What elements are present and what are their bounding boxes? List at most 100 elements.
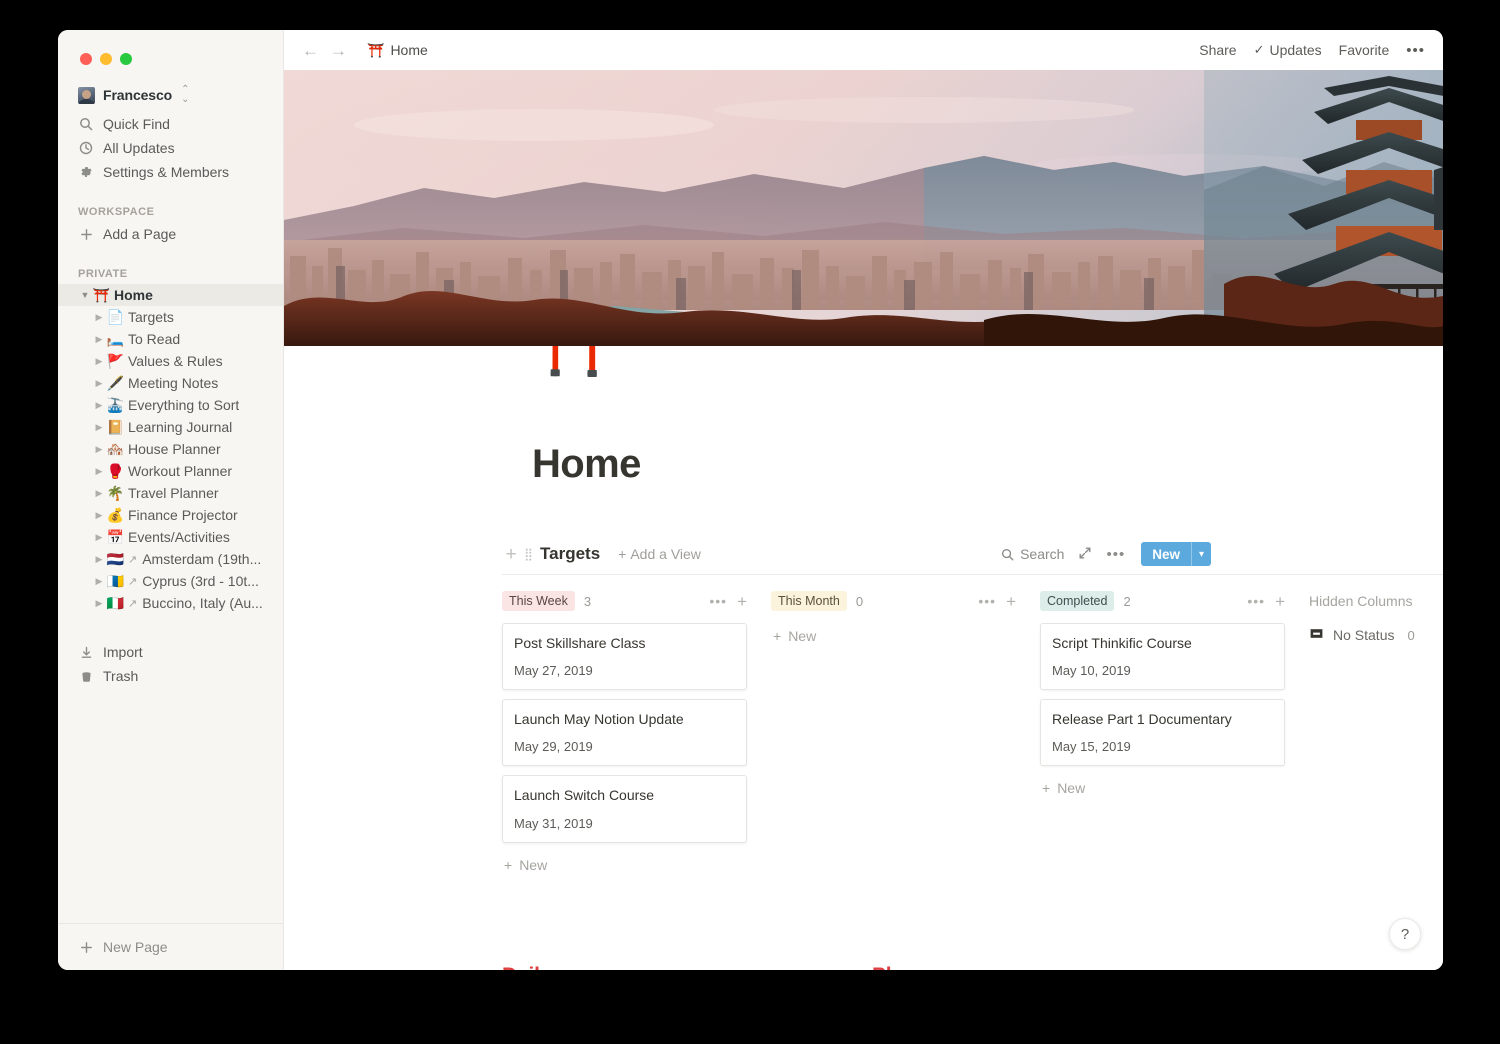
chevron-right-icon[interactable]: ▶ xyxy=(92,576,106,587)
column-more-icon[interactable]: ••• xyxy=(709,593,727,609)
page-cover[interactable] xyxy=(284,70,1443,346)
column-actions: ••• + xyxy=(978,593,1016,610)
minimize-window-button[interactable] xyxy=(100,53,112,65)
sidebar-page-learning-journal[interactable]: ▶ 📔 Learning Journal xyxy=(58,416,283,438)
sidebar-page-targets[interactable]: ▶ 📄 Targets xyxy=(58,306,283,328)
download-icon xyxy=(78,644,94,660)
arrow-right-icon[interactable]: → xyxy=(330,42,347,59)
favorite-button[interactable]: Favorite xyxy=(1339,42,1390,58)
board-card[interactable]: Launch May Notion Update May 29, 2019 xyxy=(502,699,747,767)
chevron-right-icon[interactable]: ▶ xyxy=(92,312,106,323)
chevron-right-icon[interactable]: ▶ xyxy=(92,356,106,367)
plus-icon[interactable]: + xyxy=(502,545,520,564)
sidebar-item-all-updates[interactable]: All Updates xyxy=(74,136,273,160)
column-new-card-button[interactable]: + New xyxy=(771,623,1016,649)
sidebar-page-label: Learning Journal xyxy=(128,419,233,435)
column-tag[interactable]: This Week xyxy=(502,590,575,612)
column-more-icon[interactable]: ••• xyxy=(1247,593,1265,609)
chevron-right-icon[interactable]: ▶ xyxy=(92,400,106,411)
sidebar-page-workout-planner[interactable]: ▶ 🥊 Workout Planner xyxy=(58,460,283,482)
chevron-down-icon[interactable]: ▾ xyxy=(1190,542,1211,566)
page-emoji-icon: 🥊 xyxy=(106,463,125,479)
sidebar-page-house-planner[interactable]: ▶ 🏘️ House Planner xyxy=(58,438,283,460)
sidebar-page-travel-planner[interactable]: ▶ 🌴 Travel Planner xyxy=(58,482,283,504)
sidebar-page-finance-projector[interactable]: ▶ 💰 Finance Projector xyxy=(58,504,283,526)
sidebar-page-label: Values & Rules xyxy=(128,353,223,369)
card-date: May 29, 2019 xyxy=(514,739,593,755)
chevron-right-icon[interactable]: ▶ xyxy=(92,334,106,345)
column-count: 0 xyxy=(855,593,864,609)
sidebar-page-events-activities[interactable]: ▶ 📅 Events/Activities xyxy=(58,526,283,548)
new-record-button[interactable]: New ▾ xyxy=(1141,542,1211,566)
sidebar-page-meeting-notes[interactable]: ▶ 🖋️ Meeting Notes xyxy=(58,372,283,394)
section-title: Planners xyxy=(872,964,1242,970)
expand-icon[interactable] xyxy=(1078,546,1092,563)
chevron-right-icon[interactable]: ▶ xyxy=(92,378,106,389)
board-search-button[interactable]: Search xyxy=(1001,546,1064,562)
sidebar-page-home[interactable]: ▼ ⛩️ Home xyxy=(58,284,283,306)
cover-image xyxy=(284,70,1443,346)
column-more-icon[interactable]: ••• xyxy=(978,593,996,609)
column-tag[interactable]: This Month xyxy=(771,590,847,612)
hidden-column-row[interactable]: No Status 0 xyxy=(1309,623,1443,647)
card-date: May 15, 2019 xyxy=(1052,739,1131,755)
column-new-card-button[interactable]: + New xyxy=(1040,775,1285,801)
share-button[interactable]: Share xyxy=(1199,42,1236,58)
add-a-view-label: Add a View xyxy=(630,546,701,562)
column-tag[interactable]: Completed xyxy=(1040,590,1115,612)
workspace-switcher[interactable]: Francesco ⌃ ⌄ xyxy=(74,82,273,108)
grip-icon[interactable]: ⣿ xyxy=(520,547,536,561)
column-add-icon[interactable]: + xyxy=(1006,593,1016,610)
column-new-card-button[interactable]: + New xyxy=(502,852,747,878)
sidebar-page-label: Everything to Sort xyxy=(128,397,240,413)
sidebar-item-quick-find[interactable]: Quick Find xyxy=(74,112,273,136)
sidebar-page-everything-to-sort[interactable]: ▶ 🚠 Everything to Sort xyxy=(58,394,283,416)
chevron-right-icon[interactable]: ▶ xyxy=(92,510,106,521)
page-emoji-icon: 🇳🇱 xyxy=(106,551,125,567)
help-button[interactable]: ? xyxy=(1389,918,1421,950)
page-emoji-icon: 🏘️ xyxy=(106,441,125,457)
chevron-right-icon[interactable]: ▶ xyxy=(92,532,106,543)
add-a-view-button[interactable]: + Add a View xyxy=(618,546,701,562)
arrow-left-icon[interactable]: ← xyxy=(302,42,319,59)
torii-icon: ⛩️ xyxy=(367,42,385,58)
sidebar-page-label: Buccino, Italy (Au... xyxy=(142,595,263,611)
sidebar-page-buccino-italy-au[interactable]: ▶ 🇮🇹 ↗ Buccino, Italy (Au... xyxy=(58,592,283,614)
chevron-right-icon[interactable]: ▶ xyxy=(92,444,106,455)
chevron-right-icon[interactable]: ▶ xyxy=(92,422,106,433)
board-card[interactable]: Release Part 1 Documentary May 15, 2019 xyxy=(1040,699,1285,767)
board-title[interactable]: Targets xyxy=(540,544,600,564)
new-page-button[interactable]: New Page xyxy=(74,936,283,958)
new-page-label: New Page xyxy=(103,939,168,955)
sidebar-page-cyprus-3rd-10t[interactable]: ▶ 🇮🇨 ↗ Cyprus (3rd - 10t... xyxy=(58,570,283,592)
sidebar-page-label: Amsterdam (19th... xyxy=(142,551,262,567)
page-emoji-icon: 📄 xyxy=(106,309,125,325)
close-window-button[interactable] xyxy=(80,53,92,65)
chevron-right-icon[interactable]: ▶ xyxy=(92,598,106,609)
sidebar-item-trash[interactable]: Trash xyxy=(74,664,273,688)
add-a-page-button[interactable]: Add a Page xyxy=(74,222,273,246)
breadcrumb[interactable]: ⛩️ Home xyxy=(362,40,433,60)
board-more-icon[interactable]: ••• xyxy=(1106,546,1125,563)
sidebar-page-amsterdam-19th[interactable]: ▶ 🇳🇱 ↗ Amsterdam (19th... xyxy=(58,548,283,570)
page-emoji-icon: 🚩 xyxy=(106,353,125,369)
board-card[interactable]: Script Thinkific Course May 10, 2019 xyxy=(1040,623,1285,691)
sidebar-item-settings-members[interactable]: Settings & Members xyxy=(74,160,273,184)
board-card[interactable]: Post Skillshare Class May 27, 2019 xyxy=(502,623,747,691)
updates-button[interactable]: ✓ Updates xyxy=(1254,42,1322,58)
chevron-right-icon[interactable]: ▶ xyxy=(92,466,106,477)
ellipsis-icon[interactable]: ••• xyxy=(1406,42,1425,59)
board-card[interactable]: Launch Switch Course May 31, 2019 xyxy=(502,775,747,843)
column-add-icon[interactable]: + xyxy=(1275,593,1285,610)
chevron-down-icon[interactable]: ▼ xyxy=(78,290,92,300)
chevron-right-icon[interactable]: ▶ xyxy=(92,554,106,565)
chevron-right-icon[interactable]: ▶ xyxy=(92,488,106,499)
sidebar-item-import[interactable]: Import xyxy=(74,640,273,664)
sidebar-page-values-rules[interactable]: ▶ 🚩 Values & Rules xyxy=(58,350,283,372)
sidebar-item-label: Settings & Members xyxy=(103,164,230,180)
column-add-icon[interactable]: + xyxy=(737,593,747,610)
page-emoji-icon[interactable]: ⛩️ xyxy=(532,346,614,375)
maximize-window-button[interactable] xyxy=(120,53,132,65)
page-title[interactable]: Home xyxy=(532,442,1443,487)
sidebar-page-to-read[interactable]: ▶ 🛏️ To Read xyxy=(58,328,283,350)
